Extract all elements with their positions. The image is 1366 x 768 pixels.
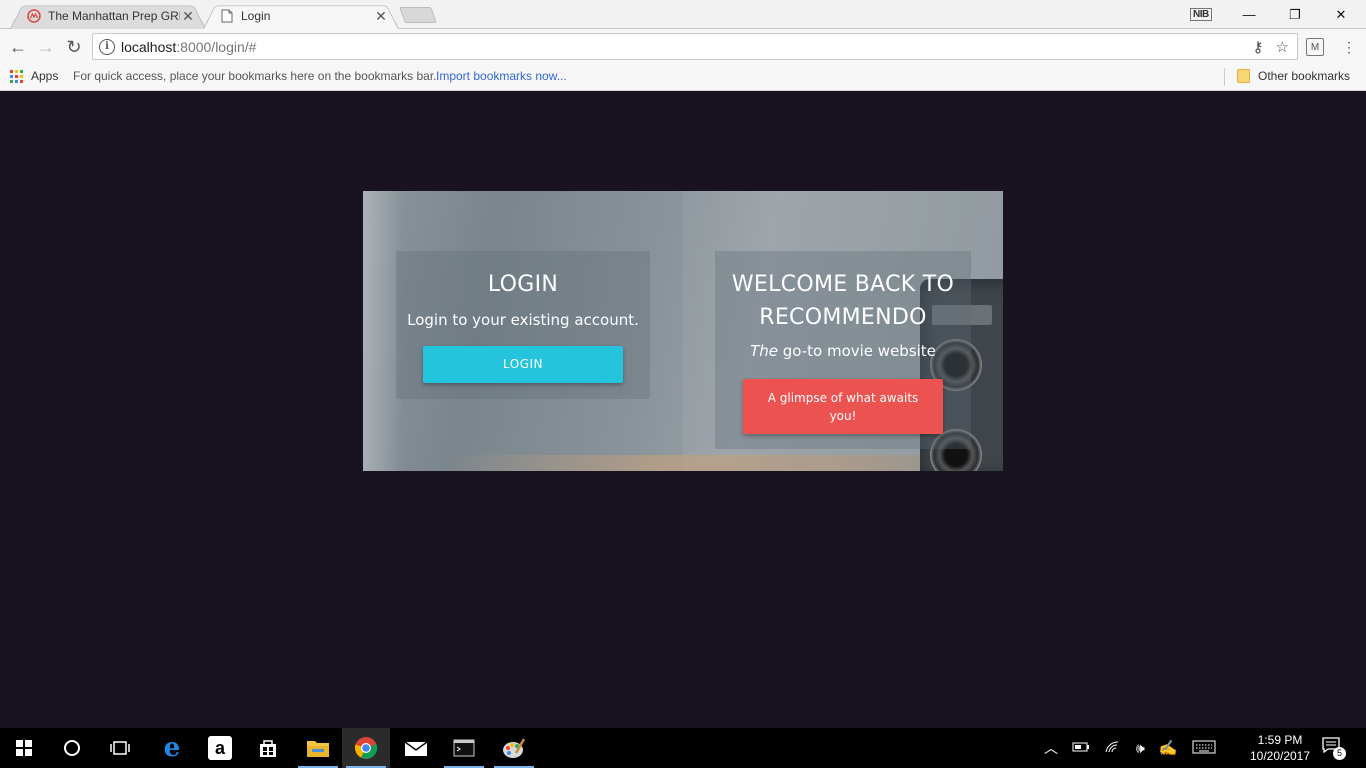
edge-taskbar-button[interactable]: e — [148, 728, 196, 768]
other-bookmarks-folder[interactable]: Other bookmarks — [1237, 69, 1350, 83]
login-button[interactable]: LOGIN — [423, 346, 623, 383]
page-document-icon — [219, 8, 235, 24]
file-explorer-folder-icon — [307, 741, 329, 757]
notification-count-badge: 5 — [1333, 747, 1346, 760]
back-arrow-icon[interactable]: ← — [6, 35, 30, 59]
forward-arrow-icon[interactable]: → — [34, 35, 58, 59]
tab-title: The Manhattan Prep GRE — [48, 8, 180, 23]
tab-login[interactable]: Login ✕ — [203, 2, 399, 29]
action-center-button[interactable]: 5 — [1322, 737, 1346, 760]
mail-taskbar-button[interactable] — [392, 728, 440, 768]
touch-keyboard-icon[interactable] — [1192, 740, 1216, 757]
clock-time: 1:59 PM — [1257, 733, 1303, 747]
welcome-heading: WELCOME BACK TO RECOMMENDO — [731, 272, 955, 330]
key-icon[interactable]: ⚷ — [1253, 38, 1264, 56]
apps-label: Apps — [31, 69, 59, 83]
bookmarks-divider — [1224, 68, 1225, 86]
tagline-emphasis: The — [750, 342, 778, 360]
tab-close-icon[interactable]: ✕ — [180, 8, 196, 24]
amazon-icon: a — [208, 736, 232, 760]
apps-grid-icon — [10, 69, 23, 83]
login-heading: LOGIN — [487, 272, 559, 297]
paint-palette-icon — [503, 738, 526, 758]
taskbar-clock[interactable]: 1:59 PM 10/20/2017 — [1244, 732, 1316, 764]
url-host: localhost — [121, 38, 177, 55]
store-bag-icon — [260, 740, 276, 757]
clock-date: 10/20/2017 — [1249, 749, 1311, 763]
tagline-text: go-to movie website — [777, 342, 936, 360]
windows-logo-icon — [16, 740, 32, 756]
site-info-icon[interactable]: i — [99, 38, 115, 55]
login-subtitle: Login to your existing account. — [407, 311, 639, 329]
show-hidden-icons-chevron-icon[interactable]: ︿ — [1044, 738, 1058, 758]
amazon-taskbar-button[interactable]: a — [196, 728, 244, 768]
windows-taskbar: e a ︿ 🕪 ✍ 1:59 PM 10/20/2017 5 — [0, 728, 1366, 768]
welcome-panel: WELCOME BACK TO RECOMMENDO The go-to mov… — [715, 251, 971, 449]
import-bookmarks-link[interactable]: Import bookmarks now... — [436, 69, 567, 83]
tab-close-icon[interactable]: ✕ — [373, 8, 389, 24]
cortana-circle-icon — [64, 740, 80, 756]
battery-icon[interactable] — [1072, 741, 1090, 756]
extension-icon[interactable]: M — [1306, 38, 1324, 56]
store-taskbar-button[interactable] — [244, 728, 292, 768]
browser-toolbar: ← → ↻ i localhost:8000/login/# ⚷ ☆ M ⋮ — [0, 29, 1366, 64]
tab-strip: The Manhattan Prep GRE ✕ Login ✕ NIB — ❐… — [0, 0, 1366, 29]
system-tray: ︿ 🕪 ✍ — [1044, 728, 1216, 768]
task-view-button[interactable] — [96, 728, 144, 768]
tab-manhattan-prep[interactable]: The Manhattan Prep GRE ✕ — [10, 2, 206, 29]
pen-workspace-icon[interactable]: ✍ — [1159, 739, 1178, 757]
reload-icon[interactable]: ↻ — [62, 35, 86, 59]
cortana-search-button[interactable] — [48, 728, 96, 768]
paint-taskbar-button[interactable] — [490, 728, 538, 768]
start-button[interactable] — [0, 728, 48, 768]
command-prompt-icon — [453, 739, 475, 757]
close-window-icon[interactable]: ✕ — [1318, 0, 1364, 29]
new-tab-button[interactable] — [399, 7, 437, 23]
volume-icon[interactable]: 🕪 — [1136, 740, 1145, 757]
chrome-icon — [355, 737, 378, 759]
welcome-tagline: The go-to movie website — [715, 342, 971, 360]
chrome-menu-icon[interactable]: ⋮ — [1340, 38, 1358, 56]
folder-icon — [1237, 69, 1250, 83]
bookmarks-bar: Apps For quick access, place your bookma… — [0, 64, 1366, 91]
minimize-icon[interactable]: — — [1226, 0, 1272, 29]
profile-badge[interactable]: NIB — [1190, 8, 1212, 21]
url-path: :8000/login/# — [176, 38, 257, 55]
apps-shortcut[interactable]: Apps — [10, 69, 58, 83]
bookmarks-hint-text: For quick access, place your bookmarks h… — [73, 69, 437, 83]
task-view-icon — [110, 741, 130, 755]
restore-icon[interactable]: ❐ — [1272, 0, 1318, 29]
manhattan-prep-favicon-icon — [26, 8, 42, 24]
other-bookmarks-label: Other bookmarks — [1258, 69, 1351, 83]
background-table — [443, 455, 1003, 471]
hero-card: LOGIN Login to your existing account. LO… — [363, 191, 1003, 471]
file-explorer-taskbar-button[interactable] — [294, 728, 342, 768]
tab-title: Login — [241, 8, 271, 23]
mail-envelope-icon — [404, 741, 428, 756]
terminal-taskbar-button[interactable] — [440, 728, 488, 768]
address-bar[interactable]: i localhost:8000/login/# ⚷ ☆ — [92, 33, 1298, 60]
login-panel: LOGIN Login to your existing account. LO… — [396, 251, 650, 399]
bookmark-star-icon[interactable]: ☆ — [1276, 38, 1289, 56]
glimpse-button[interactable]: A glimpse of what awaits you! — [743, 379, 943, 434]
edge-icon: e — [163, 733, 181, 763]
chrome-taskbar-button[interactable] — [342, 728, 390, 768]
wifi-icon[interactable] — [1104, 740, 1122, 757]
